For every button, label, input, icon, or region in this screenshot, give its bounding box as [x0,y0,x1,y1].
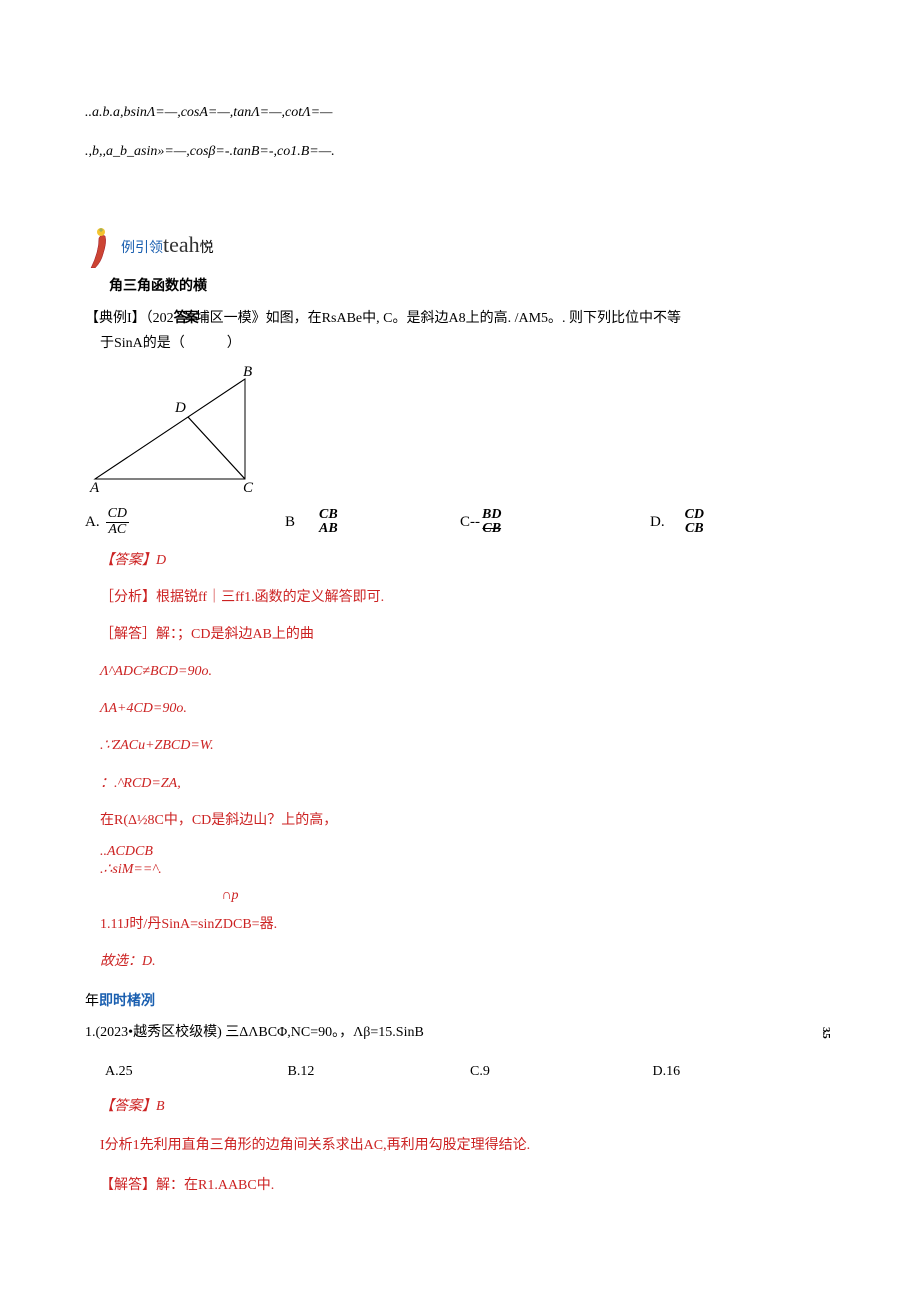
opt-C-num: BD [480,508,503,523]
q2-answer-value: B [156,1099,165,1114]
step-10: 故选：D. [100,949,835,974]
option-C: C-- BD CB [460,508,650,537]
step-9: 1.11J时/丹SinA=sinZDCB=器. [100,912,835,937]
options-row-1: A. CD AC B CB AB C-- BD CB D. CD CB [85,507,835,537]
q2-option-C: C.9 [470,1059,653,1084]
opt-C-label: C-- [460,509,480,536]
practice-header: 年即时楮冽 [85,989,835,1014]
q2-answer-line: 【答案】B [100,1094,835,1119]
step-4: ：.^RCD=ZA, [100,771,835,796]
opt-D-den: CB [683,522,706,537]
solution-block: 【答案】D ［分析】根据锐ff｜三ff1.函数的定义解答即可. ［解答］解：；C… [85,548,835,975]
opt-A-label: A. [85,509,100,536]
opt-D-label: D. [650,509,665,536]
answer-label: 【答案】 [100,553,156,568]
q1-line2: 于SinA的是（ ） [85,331,835,356]
options-row-2: A.25 B.12 C.9 D.16 [85,1059,835,1084]
answer-value: D [156,553,166,568]
opt-C-frac: BD CB [480,508,503,537]
q2-analysis: I分析1先利用直角三角形的边角间关系求出AC,再利用勾股定理得结论. [100,1133,835,1158]
option-D: D. CD CB [650,508,706,537]
practice-prefix: 年 [85,994,99,1009]
opt-B-num: CB [317,508,340,523]
step-1: Λ^ADC≠BCD=90o. [100,659,835,684]
svg-text:A: A [89,480,100,494]
step-8: ∩p [100,883,360,908]
opt-A-den: AC [106,523,128,538]
q2-answer-label: 【答案】 [100,1099,156,1114]
step-3: .∵ZACu+ZBCD=W. [100,733,835,758]
opt-B-den: AB [317,522,340,537]
opt-C-den: CB [480,522,503,537]
q2-option-D: D.16 [653,1059,836,1084]
step-0: ［解答］解：；CD是斜边AB上的曲 [100,622,835,647]
formula-line-2: .,b,,a_b_asin»=—,cosβ=-.tanB=-,co1.B=—. [85,139,835,164]
svg-text:B: B [243,364,252,380]
opt-B-frac: CB AB [317,508,340,537]
emblem-prefix: 例引领 [121,241,163,256]
opt-D-frac: CD CB [683,508,706,537]
q2-solution-block: 【答案】B I分析1先利用直角三角形的边角间关系求出AC,再利用勾股定理得结论.… [85,1094,835,1198]
q2-option-A: A.25 [105,1059,288,1084]
q2-option-B: B.12 [288,1059,471,1084]
option-A: A. CD AC [85,507,285,537]
section-emblem-row: 例引领teah悦 [85,224,835,268]
emblem-text: 例引领teah悦 [121,225,214,269]
example-question-1: 【典例I】（202答案埔区一模》如图，在RsABe中, C。是斜边A8上的高. … [85,306,835,331]
practice-question-1: 1.(2023•越秀区校级模) 三ΔΛBCΦ,NC=90。，Λβ=15.SinB… [85,1020,835,1045]
q2-text: 1.(2023•越秀区校级模) 三ΔΛBCΦ,NC=90。，Λβ=15.SinB [85,1020,785,1045]
opt-A-frac: CD AC [106,507,129,537]
section-heading: 角三角函数的横 [109,274,835,299]
emblem-main: teah [163,232,200,257]
opt-D-num: CD [683,508,706,523]
q1-prefix: 【典例I】（202 [85,311,174,326]
answer-line: 【答案】D [100,548,835,573]
step-7: .∴siM==^. [100,863,835,877]
step-6: ..ACDCB [100,845,835,859]
q1-mid: 埔区一模》如图，在RsABe中, C。是斜边A8上的高. /AM5。. 则下列比… [196,311,681,326]
q1-cramped-text: 答案 [174,311,196,326]
formula-line-1: ..a.b.a,bsinΛ=—,cosA=—,tanΛ=—,cotΛ=— [85,100,835,125]
analysis-line: ［分析】根据锐ff｜三ff1.函数的定义解答即可. [100,585,835,610]
triangle-figure: A C B D [85,364,835,503]
emblem-icon [85,224,119,268]
q2-explain: 【解答】解：在R1.AABC中. [100,1173,835,1198]
q2-side-fraction: 3.5 [815,1027,835,1038]
svg-text:C: C [243,480,254,494]
option-B: B CB AB [285,508,460,537]
opt-A-num: CD [106,507,129,523]
opt-B-label: B [285,509,295,536]
step-2: ΛA+4CD=90o. [100,696,835,721]
svg-text:D: D [174,400,186,416]
q2-text-inner: 1.(2023•越秀区校级模) 三ΔΛBCΦ,NC=90。，Λβ=15.SinB [85,1025,424,1040]
practice-label: 即时楮冽 [99,994,155,1009]
step-5: 在R(Δ½8C中，CD是斜边山？上的高， [100,808,835,833]
emblem-suffix: 悦 [200,241,214,256]
